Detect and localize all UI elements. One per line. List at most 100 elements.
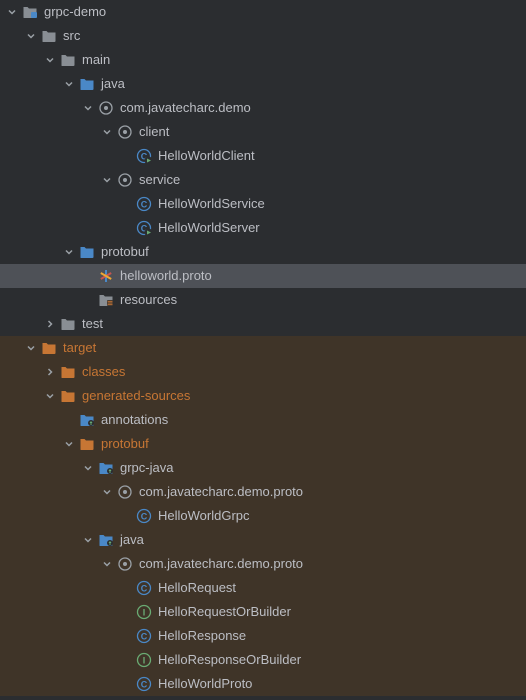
- chevron-down-icon[interactable]: [63, 438, 75, 450]
- tree-row-HelloWorldGrpc[interactable]: C HelloWorldGrpc: [0, 504, 526, 528]
- folder-generated-icon: [98, 460, 114, 476]
- tree-row-src[interactable]: src: [0, 24, 526, 48]
- package-icon: [117, 124, 133, 140]
- chevron-down-icon[interactable]: [44, 54, 56, 66]
- tree-row-java[interactable]: java: [0, 72, 526, 96]
- tree-label: HelloWorldService: [158, 192, 265, 216]
- tree-label: target: [63, 336, 96, 360]
- tree-row-pkg3[interactable]: com.javatecharc.demo.proto: [0, 552, 526, 576]
- class-icon: C: [136, 580, 152, 596]
- tree-row-HelloWorldServer[interactable]: C HelloWorldServer: [0, 216, 526, 240]
- package-icon: [98, 100, 114, 116]
- tree-row-target[interactable]: target: [0, 336, 526, 360]
- tree-row-HelloRequestOrBuilder[interactable]: I HelloRequestOrBuilder: [0, 600, 526, 624]
- tree-label: src: [63, 24, 80, 48]
- tree-row-test[interactable]: test: [0, 312, 526, 336]
- proto-icon: [98, 268, 114, 284]
- tree-row-HelloRequest[interactable]: C HelloRequest: [0, 576, 526, 600]
- chevron-down-icon[interactable]: [82, 462, 94, 474]
- tree-row-annotations[interactable]: annotations: [0, 408, 526, 432]
- class-icon: C: [136, 508, 152, 524]
- project-tree: grpc-demosrcmainjavacom.javatecharc.demo…: [0, 0, 526, 696]
- tree-label: service: [139, 168, 180, 192]
- tree-row-HelloWorldProto[interactable]: CHelloWorldProto: [0, 672, 526, 696]
- tree-row-classes[interactable]: classes: [0, 360, 526, 384]
- class-icon: C: [136, 196, 152, 212]
- folder-excluded-icon: [60, 388, 76, 404]
- tree-row-resources[interactable]: resources: [0, 288, 526, 312]
- tree-label: HelloWorldClient: [158, 144, 255, 168]
- tree-row-HelloWorldService[interactable]: C HelloWorldService: [0, 192, 526, 216]
- folder-excluded-icon: [41, 340, 57, 356]
- tree-label: java: [120, 528, 144, 552]
- tree-label: com.javatecharc.demo.proto: [139, 480, 303, 504]
- tree-row-protobuf2[interactable]: protobuf: [0, 432, 526, 456]
- tree-row-HelloResponseOrBuilder[interactable]: I HelloResponseOrBuilder: [0, 648, 526, 672]
- tree-label: helloworld.proto: [120, 264, 212, 288]
- svg-text:I: I: [143, 608, 146, 618]
- chevron-down-icon[interactable]: [101, 174, 113, 186]
- folder-source-icon: [79, 76, 95, 92]
- tree-row-root[interactable]: grpc-demo: [0, 0, 526, 24]
- folder-icon: [60, 52, 76, 68]
- folder-excluded-icon: [79, 436, 95, 452]
- chevron-right-icon[interactable]: [44, 318, 56, 330]
- class-icon: C: [136, 628, 152, 644]
- folder-icon: [60, 316, 76, 332]
- tree-row-helloworld[interactable]: helloworld.proto: [0, 264, 526, 288]
- chevron-down-icon[interactable]: [82, 534, 94, 546]
- chevron-down-icon[interactable]: [44, 390, 56, 402]
- svg-text:I: I: [143, 656, 146, 666]
- svg-text:C: C: [141, 632, 148, 642]
- tree-row-client[interactable]: client: [0, 120, 526, 144]
- package-icon: [117, 484, 133, 500]
- tree-label: protobuf: [101, 432, 149, 456]
- tree-label: HelloRequest: [158, 576, 236, 600]
- tree-label: annotations: [101, 408, 168, 432]
- tree-label: test: [82, 312, 103, 336]
- tree-label: HelloWorldServer: [158, 216, 260, 240]
- package-icon: [117, 172, 133, 188]
- tree-label: grpc-demo: [44, 0, 106, 24]
- folder-generated-icon: [79, 412, 95, 428]
- folder-excluded-icon: [60, 364, 76, 380]
- chevron-down-icon[interactable]: [25, 342, 37, 354]
- chevron-down-icon[interactable]: [6, 6, 18, 18]
- package-icon: [117, 556, 133, 572]
- tree-label: HelloWorldGrpc: [158, 504, 250, 528]
- chevron-down-icon[interactable]: [63, 246, 75, 258]
- folder-source-icon: [79, 244, 95, 260]
- class-run-icon: C: [136, 220, 152, 236]
- chevron-down-icon[interactable]: [101, 486, 113, 498]
- tree-label: HelloRequestOrBuilder: [158, 600, 291, 624]
- folder-icon: [41, 28, 57, 44]
- chevron-down-icon[interactable]: [101, 126, 113, 138]
- tree-row-java2[interactable]: java: [0, 528, 526, 552]
- interface-icon: I: [136, 604, 152, 620]
- chevron-down-icon[interactable]: [82, 102, 94, 114]
- tree-row-HelloWorldClient[interactable]: CHelloWorldClient: [0, 144, 526, 168]
- folder-generated-icon: [98, 532, 114, 548]
- tree-row-protobuf1[interactable]: protobuf: [0, 240, 526, 264]
- tree-label: java: [101, 72, 125, 96]
- chevron-down-icon[interactable]: [63, 78, 75, 90]
- module-icon: [22, 4, 38, 20]
- svg-text:C: C: [141, 200, 148, 210]
- chevron-down-icon[interactable]: [25, 30, 37, 42]
- tree-row-pkg2[interactable]: com.javatecharc.demo.proto: [0, 480, 526, 504]
- tree-row-HelloResponse[interactable]: CHelloResponse: [0, 624, 526, 648]
- tree-row-main[interactable]: main: [0, 48, 526, 72]
- folder-resources-icon: [98, 292, 114, 308]
- chevron-right-icon[interactable]: [44, 366, 56, 378]
- tree-row-gensrc[interactable]: generated-sources: [0, 384, 526, 408]
- tree-label: protobuf: [101, 240, 149, 264]
- tree-label: HelloWorldProto: [158, 672, 252, 696]
- tree-label: com.javatecharc.demo.proto: [139, 552, 303, 576]
- tree-label: HelloResponseOrBuilder: [158, 648, 301, 672]
- tree-row-pkg1[interactable]: com.javatecharc.demo: [0, 96, 526, 120]
- tree-row-service[interactable]: service: [0, 168, 526, 192]
- tree-row-grpcjava[interactable]: grpc-java: [0, 456, 526, 480]
- interface-icon: I: [136, 652, 152, 668]
- tree-label: resources: [120, 288, 177, 312]
- chevron-down-icon[interactable]: [101, 558, 113, 570]
